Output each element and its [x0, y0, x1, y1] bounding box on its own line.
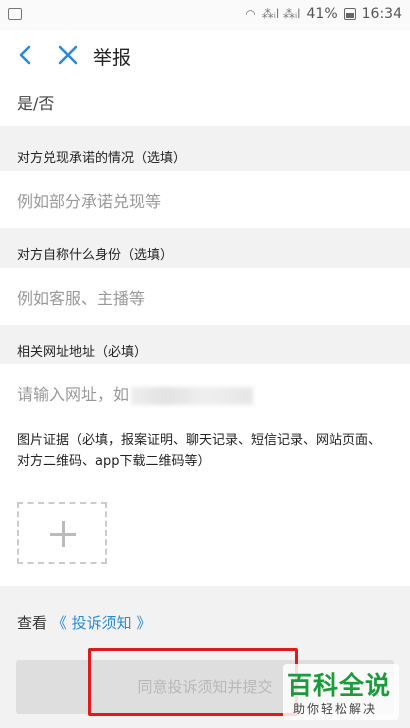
promise-label: 对方兑现承诺的情况（选填） [17, 151, 187, 166]
gallery-notification-icon [8, 8, 22, 20]
battery-percent: 41% [306, 6, 338, 22]
promise-input[interactable]: 例如部分承诺兑现等 [0, 171, 410, 228]
status-bar: ◠ ⁂ᵢl ⁂ᵢl 41% 16:34 [0, 0, 410, 30]
evidence-label-line1: 图片证据（必填，报案证明、聊天记录、短信记录、网站页面、 [17, 433, 382, 448]
chevron-left-icon [19, 45, 31, 65]
close-button[interactable] [56, 41, 80, 69]
notice-row: 查看 《 投诉须知 》 [17, 612, 151, 633]
signal-icon: ⁂ᵢl ⁂ᵢl [261, 7, 301, 21]
blurred-example-url [131, 386, 254, 405]
page-title: 举报 [93, 47, 132, 69]
wifi-icon: ◠ [245, 7, 256, 21]
evidence-label-line2: 对方二维码、app下载二维码等） [17, 454, 211, 469]
notice-prefix: 查看 [17, 614, 48, 632]
complaint-notice-link[interactable]: 《 投诉须知 》 [52, 614, 152, 632]
identity-placeholder: 例如客服、主播等 [17, 289, 146, 308]
watermark-logo: 百科全说 助你轻松解决 [283, 664, 399, 720]
promise-placeholder: 例如部分承诺兑现等 [17, 192, 162, 211]
watermark-main: 百科全说 [287, 671, 392, 700]
nav-bar: 举报 [0, 30, 410, 80]
yes-no-value: 是/否 [17, 94, 55, 113]
add-image-button[interactable] [17, 502, 107, 564]
identity-input[interactable]: 例如客服、主播等 [0, 268, 410, 325]
yes-no-field[interactable]: 是/否 [0, 80, 410, 126]
url-input[interactable]: 请输入网址，如 [0, 364, 410, 421]
url-placeholder: 请输入网址，如 [17, 385, 130, 404]
url-label: 相关网址地址（必填） [17, 345, 148, 360]
identity-label: 对方自称什么身份（选填） [17, 248, 174, 263]
battery-icon [343, 8, 356, 20]
clock: 16:34 [361, 6, 402, 22]
watermark-sub: 助你轻松解决 [293, 702, 378, 716]
close-icon [58, 45, 78, 65]
back-button[interactable] [14, 41, 38, 69]
